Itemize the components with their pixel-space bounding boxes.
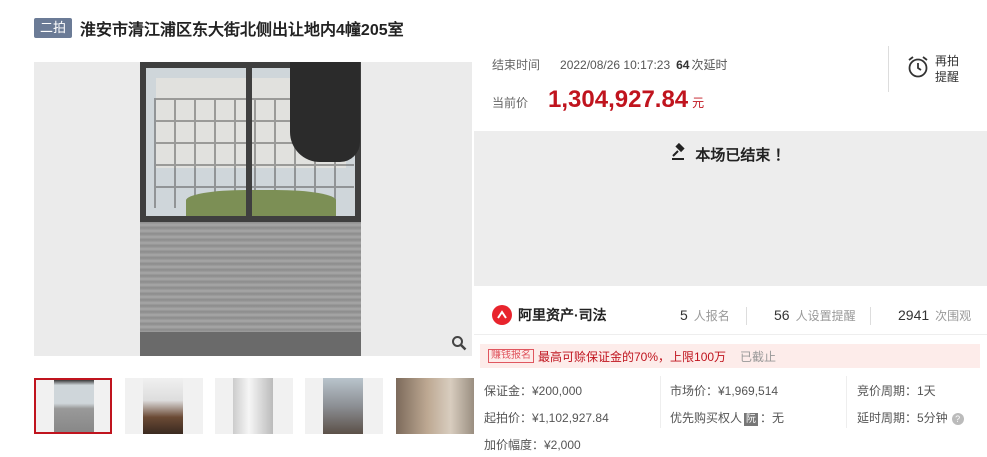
auction-status: 本场已结束 ！	[474, 142, 987, 165]
end-time-row: 结束时间 2022/08/26 10:17:23 64 次延时	[492, 56, 728, 73]
stat-signups-label: 人报名	[693, 309, 730, 323]
stat-signups: 5 人报名	[680, 307, 730, 324]
stat-reminders-label: 人设置提醒	[795, 309, 856, 323]
deposit: 保证金：¥200,000	[484, 384, 583, 398]
stat-views-value: 2941	[898, 307, 930, 323]
platform-logo[interactable]: 阿里资产·司法	[492, 305, 607, 325]
delay-cycle: 延时周期：5分钟?	[857, 409, 964, 426]
platform-name: 阿里资产·司法	[518, 307, 607, 323]
thumbnail-4[interactable]	[305, 378, 383, 434]
stat-views: 2941 次围观	[898, 307, 971, 324]
main-image-viewer[interactable]	[34, 62, 472, 356]
status-text: 本场已结束 ！	[695, 146, 790, 164]
auction-details: 保证金：¥200,000 起拍价：¥1,102,927.84 加价幅度：¥2,0…	[474, 372, 987, 457]
bid-cycle: 竞价周期：1天	[857, 384, 936, 398]
thumbnail-1[interactable]	[34, 378, 112, 434]
thumbnail-2[interactable]	[125, 378, 203, 434]
page-title: 淮安市清江浦区东大街北侧出让地内4幢205室	[80, 22, 404, 39]
priority-buyer-label: 优先购买权人	[670, 411, 743, 425]
end-time-value: 2022/08/26 10:17:23	[560, 58, 671, 72]
gavel-icon	[671, 142, 689, 165]
promo-text: 最高可赊保证金的70%，上限100万	[538, 349, 727, 364]
auction-round-badge: 二拍	[34, 18, 73, 38]
auction-status-panel: 本场已结束 ！	[474, 131, 987, 286]
delay-unit: 次延时	[691, 58, 728, 72]
title-bar: 二拍 淮安市清江浦区东大街北侧出让地内4幢205室	[34, 14, 404, 42]
stat-signups-value: 5	[680, 307, 688, 323]
stat-views-label: 次围观	[935, 309, 972, 323]
thumbnail-3[interactable]	[215, 378, 293, 434]
question-icon[interactable]: ?	[951, 413, 964, 425]
remind-button[interactable]: 再拍提醒	[888, 46, 986, 92]
stat-reminders: 56 人设置提醒	[774, 307, 856, 324]
promo-banner[interactable]: 赚钱报名 最高可赊保证金的70%，上限100万 已截止	[480, 344, 980, 368]
current-price-row: 当前价 1,304,927.84 元	[492, 86, 704, 114]
stat-reminders-value: 56	[774, 307, 790, 323]
priority-buyer-tag: 阮	[744, 413, 759, 426]
magnifier-icon[interactable]	[448, 332, 470, 354]
auction-info: 结束时间 2022/08/26 10:17:23 64 次延时 当前价 1,30…	[474, 46, 887, 130]
market-price: 市场价：¥1,969,514	[670, 384, 779, 398]
start-price: 起拍价：¥1,102,927.84	[484, 411, 609, 425]
current-price-value: 1,304,927.84	[548, 86, 689, 113]
price-unit: 元	[692, 96, 705, 110]
promo-tag: 赚钱报名	[488, 349, 534, 363]
platform-stats: 阿里资产·司法 5 人报名 56 人设置提醒 2941 次围观	[474, 297, 987, 335]
priority-buyer: 优先购买权人阮：无	[670, 409, 784, 426]
ali-logo-icon	[492, 305, 512, 325]
bid-increment: 加价幅度：¥2,000	[484, 438, 581, 452]
priority-buyer-value: ：无	[760, 411, 785, 425]
delay-cycle-text: 延时周期：5分钟	[857, 411, 948, 425]
property-photo	[140, 62, 361, 356]
current-price-label: 当前价	[492, 96, 529, 110]
end-time-label: 结束时间	[492, 58, 541, 72]
delay-count: 64	[676, 58, 690, 72]
remind-label: 再拍提醒	[935, 54, 960, 84]
alarm-clock-icon	[907, 55, 929, 84]
thumbnail-5[interactable]	[396, 378, 474, 434]
promo-status: 已截止	[740, 349, 777, 364]
